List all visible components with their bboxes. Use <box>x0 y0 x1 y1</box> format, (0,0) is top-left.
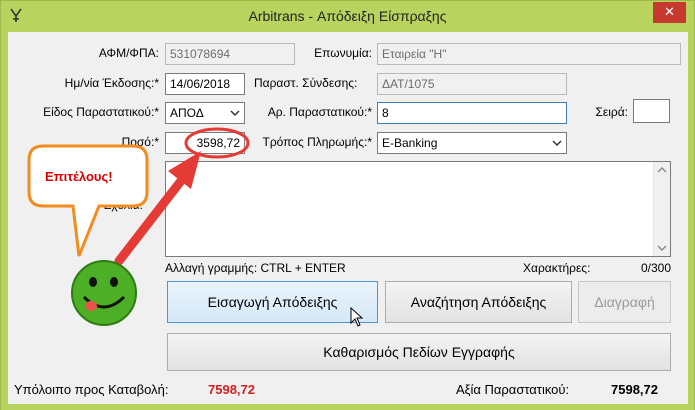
connection-label: Παραστ. Σύνδεσης: <box>254 76 358 90</box>
doc-number-label: Αρ. Παραστατικού:* <box>267 105 372 119</box>
chevron-down-icon <box>230 110 240 117</box>
issue-date-field[interactable]: 14/06/2018 <box>165 73 245 95</box>
series-field[interactable] <box>633 99 670 123</box>
doc-number-field[interactable]: 8 <box>377 102 567 124</box>
chars-label: Χαρακτήρες: <box>523 261 591 275</box>
clear-fields-button[interactable]: Καθαρισμός Πεδίων Εγγραφής <box>167 333 671 371</box>
search-receipt-button[interactable]: Αναζήτηση Απόδειξης <box>385 281 572 323</box>
eponymia-label: Επωνυμία: <box>314 46 372 60</box>
afm-field[interactable]: 531078694 <box>165 43 295 65</box>
payment-label: Τρόπος Πληρωμής:* <box>262 135 372 149</box>
delete-button[interactable]: Διαγραφή <box>578 281 671 323</box>
scroll-down-icon[interactable] <box>654 240 670 256</box>
app-window: Arbitrans - Απόδειξη Είσπραξης ✕ ΑΦΜ/ΦΠΑ… <box>0 0 695 410</box>
title-bar[interactable]: Arbitrans - Απόδειξη Είσπραξης ✕ <box>1 1 694 31</box>
issue-date-label: Ημ/νία Έκδοσης:* <box>64 76 159 90</box>
comments-textarea[interactable] <box>165 161 671 257</box>
close-button[interactable]: ✕ <box>653 2 686 23</box>
scroll-up-icon[interactable] <box>654 162 670 178</box>
payment-select[interactable]: E-Banking <box>377 132 567 154</box>
eponymia-field[interactable]: Εταιρεία "Η" <box>377 43 681 65</box>
doc-type-value: ΑΠΟΔ <box>170 106 204 120</box>
status-bar: Υπόλοιπο προς Καταβολή: 7598,72 Αξία Παρ… <box>8 374 688 404</box>
form-panel: ΑΦΜ/ΦΠΑ: 531078694 Επωνυμία: Εταιρεία "Η… <box>8 32 688 374</box>
payment-value: E-Banking <box>382 136 438 150</box>
comments-scrollbar[interactable] <box>653 162 670 256</box>
doc-type-select[interactable]: ΑΠΟΔ <box>165 102 245 124</box>
mouse-cursor-icon <box>350 307 364 327</box>
comments-label: Σχόλια: <box>104 198 143 212</box>
newline-hint: Αλλαγή γραμμής: CTRL + ENTER <box>165 261 346 275</box>
insert-receipt-button[interactable]: Εισαγωγή Απόδειξης <box>167 281 378 323</box>
window-bottom-border <box>1 404 694 410</box>
callout-text: Επιτέλους! <box>45 169 113 184</box>
balance-value: 7598,72 <box>208 382 255 397</box>
doc-type-label: Είδος Παραστατικού:* <box>43 105 159 119</box>
balance-label: Υπόλοιπο προς Καταβολή: <box>14 382 169 397</box>
amount-field[interactable]: 3598,72 <box>165 132 245 154</box>
window-title: Arbitrans - Απόδειξη Είσπραξης <box>248 8 447 24</box>
chars-count: 0/300 <box>640 261 671 275</box>
doc-value-label: Αξία Παραστατικού: <box>456 382 570 397</box>
amount-label: Ποσό:* <box>121 135 159 149</box>
connection-field[interactable]: ΔΑΤ/1075 <box>377 73 567 95</box>
chevron-down-icon <box>552 140 562 147</box>
series-label: Σειρά: <box>595 105 628 119</box>
afm-label: ΑΦΜ/ΦΠΑ: <box>98 46 159 60</box>
doc-value: 7598,72 <box>611 382 658 397</box>
